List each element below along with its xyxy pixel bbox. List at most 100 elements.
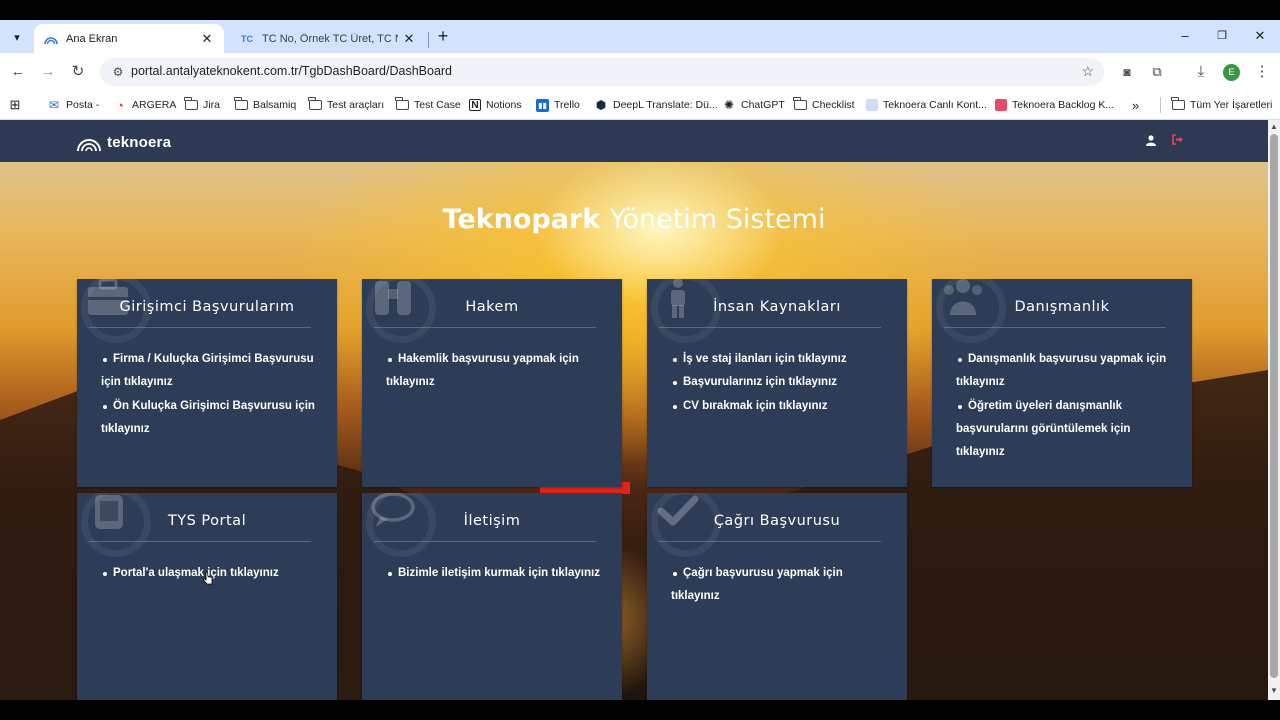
card-link[interactable]: Bizimle iletişim kurmak için tıklayınız: [388, 562, 608, 585]
forward-arrow-icon[interactable]: →: [39, 63, 57, 81]
card-iletisim[interactable]: İletişim Bizimle iletişim kurmak için tı…: [362, 493, 622, 700]
user-icon[interactable]: [1146, 135, 1156, 149]
card-link[interactable]: Firma / Kuluçka Girişimci Başvurusu için…: [101, 348, 323, 395]
page-icon: [995, 99, 1007, 111]
chevron-down-icon: ▾: [14, 31, 20, 44]
download-icon[interactable]: ⤓: [1192, 63, 1210, 81]
bookmark-test-case[interactable]: Test Case: [395, 97, 461, 113]
card-link-list: Danışmanlık başvurusu yapmak için tıklay…: [932, 348, 1192, 464]
address-bar[interactable]: ⚙ portal.antalyateknokent.com.tr/TgbDash…: [100, 58, 1104, 86]
bookmark-balsamiq[interactable]: Balsamiq: [234, 97, 296, 113]
card-link-text[interactable]: Çağrı başvurusu yapmak için tıklayınız: [671, 562, 893, 609]
card-link-list: İş ve staj ilanları için tıklayınız Başv…: [647, 348, 907, 418]
back-arrow-icon[interactable]: ←: [9, 63, 27, 81]
tab-tc-no[interactable]: TC TC No, Örnek TC Üret, TC Numa ✕: [230, 24, 426, 53]
apps-grid-icon[interactable]: ⊞: [8, 97, 27, 113]
card-girisimci-basvurularim[interactable]: Girişimci Başvurularım Firma / Kuluçka G…: [77, 279, 337, 487]
card-link[interactable]: Başvurularınız için tıklayınız: [673, 371, 893, 394]
bookmark-label: Checklist: [812, 99, 855, 111]
page-content: teknoera Teknopark Yönetim Sistemi Giriş…: [0, 120, 1268, 700]
bookmark-checklist[interactable]: Checklist: [793, 97, 855, 113]
more-bookmarks-icon[interactable]: »: [1132, 97, 1139, 113]
trello-icon: ▮▮: [536, 98, 549, 112]
minimize-button[interactable]: –: [1175, 26, 1195, 46]
navigation-bar: ← → ↻ ⚙ portal.antalyateknokent.com.tr/T…: [0, 53, 1280, 91]
card-link-text[interactable]: Başvurularınız için tıklayınız: [671, 371, 893, 394]
screen-top-edge: [0, 0, 1280, 20]
bookmark-teknoera-canli[interactable]: Teknoera Canlı Kont...: [866, 97, 987, 113]
bookmark-test-araclari[interactable]: Test araçları: [308, 97, 384, 113]
card-link-text[interactable]: Öğretim üyeleri danışmanlık başvuruların…: [956, 395, 1178, 465]
site-info-icon[interactable]: ⚙: [110, 64, 126, 80]
card-link-text[interactable]: Firma / Kuluçka Girişimci Başvurusu için…: [101, 348, 323, 395]
card-insan-kaynaklari[interactable]: İnsan Kaynakları İş ve staj ilanları içi…: [647, 279, 907, 487]
bookmark-label: Test Case: [414, 99, 461, 111]
card-link[interactable]: Öğretim üyeleri danışmanlık başvuruların…: [956, 395, 1178, 465]
card-link-text[interactable]: İş ve staj ilanları için tıklayınız: [671, 348, 893, 371]
card-divider: [89, 327, 311, 328]
bookmark-label: ChatGPT: [741, 99, 785, 111]
card-title: Hakem: [465, 299, 519, 315]
card-danismanlik[interactable]: Danışmanlık Danışmanlık başvurusu yapmak…: [932, 279, 1192, 487]
bookmark-label: Balsamiq: [253, 99, 297, 111]
logo-text: teknoera: [107, 133, 172, 151]
folder-icon: [1171, 97, 1185, 112]
card-link[interactable]: Danışmanlık başvurusu yapmak için tıklay…: [956, 348, 1178, 395]
card-link-list: Çağrı başvurusu yapmak için tıklayınız: [647, 562, 907, 609]
bookmark-deepl[interactable]: ⬢ DeepL Translate: Dü...: [594, 97, 718, 113]
scroll-down-arrow-icon[interactable]: ▼: [1270, 686, 1278, 695]
bookmarks-bar: ⊞ ✉ Posta - ◔ ARGERA Jira Balsamiq Test ar…: [0, 91, 1280, 120]
kebab-menu-icon[interactable]: ⋮: [1253, 63, 1271, 81]
card-link[interactable]: Çağrı başvurusu yapmak için tıklayınız: [671, 562, 893, 609]
bookmark-label: Jira: [203, 99, 220, 111]
close-icon[interactable]: ✕: [402, 31, 416, 47]
tab-title: TC No, Örnek TC Üret, TC Numa: [262, 32, 398, 45]
card-link[interactable]: İş ve staj ilanları için tıklayınız: [673, 348, 893, 371]
bookmark-notions[interactable]: N Notions: [469, 97, 522, 113]
tab-ana-ekran[interactable]: Ana Ekran ✕: [34, 24, 224, 53]
bookmark-argera[interactable]: ◔ ARGERA: [113, 97, 176, 113]
reload-icon[interactable]: ↻: [69, 63, 87, 81]
tab-search-button[interactable]: ▾: [6, 26, 28, 48]
extensions-icon[interactable]: ⧉: [1148, 63, 1166, 81]
card-link-text[interactable]: Ön Kuluçka Girişimci Başvurusu için tıkl…: [101, 395, 323, 442]
card-link[interactable]: Hakemlik başvurusu yapmak için tıklayını…: [386, 348, 608, 395]
card-link-text[interactable]: Bizimle iletişim kurmak için tıklayınız: [386, 562, 608, 585]
card-cagri-basvurusu[interactable]: Çağrı Başvurusu Çağrı başvurusu yapmak i…: [647, 493, 907, 700]
card-divider: [659, 327, 881, 328]
site-logo[interactable]: teknoera: [76, 132, 171, 152]
card-link-text[interactable]: Danışmanlık başvurusu yapmak için tıklay…: [956, 348, 1178, 395]
bookmark-chatgpt[interactable]: ✺ ChatGPT: [722, 97, 785, 113]
card-divider: [89, 541, 311, 542]
bookmark-star-icon[interactable]: ☆: [1081, 63, 1094, 80]
teknoera-logo-icon: [76, 132, 102, 152]
bookmark-jira[interactable]: Jira: [184, 97, 220, 113]
card-link[interactable]: Portal'a ulaşmak için tıklayınız: [103, 562, 323, 585]
scroll-up-arrow-icon[interactable]: ▲: [1270, 122, 1278, 131]
close-icon[interactable]: ✕: [200, 31, 214, 47]
profile-avatar[interactable]: E: [1223, 64, 1240, 81]
tab-strip: ▾ Ana Ekran ✕ TC TC No, Örnek TC Üret, T…: [0, 20, 1280, 53]
restore-button[interactable]: ❐: [1212, 26, 1232, 46]
card-link-text[interactable]: Hakemlik başvurusu yapmak için tıklayını…: [386, 348, 608, 395]
card-link-text[interactable]: CV bırakmak için tıklayınız: [671, 395, 893, 418]
hand-cursor-icon: [203, 571, 213, 585]
new-tab-button[interactable]: +: [433, 26, 453, 46]
window-close-button[interactable]: ✕: [1250, 26, 1270, 46]
card-tys-portal[interactable]: TYS Portal Portal'a ulaşmak için tıklayı…: [77, 493, 337, 700]
bookmark-label: DeepL Translate: Dü...: [613, 99, 718, 111]
card-link[interactable]: CV bırakmak için tıklayınız: [673, 395, 893, 418]
logout-icon[interactable]: [1172, 134, 1184, 148]
page-scrollbar[interactable]: ▲ ▼: [1268, 120, 1280, 700]
card-link[interactable]: Ön Kuluçka Girişimci Başvurusu için tıkl…: [101, 395, 323, 442]
folder-icon: [395, 97, 409, 112]
bookmark-posta[interactable]: ✉ Posta -: [47, 97, 99, 113]
scrollbar-thumb[interactable]: [1270, 134, 1278, 678]
all-bookmarks-folder[interactable]: Tüm Yer İşaretleri: [1171, 97, 1272, 113]
bookmark-teknoera-backlog[interactable]: Teknoera Backlog K...: [995, 97, 1114, 113]
camera-icon[interactable]: ◙: [1118, 63, 1136, 81]
screen-bottom-edge: [0, 700, 1280, 720]
card-hakem[interactable]: Hakem Hakemlik başvurusu yapmak için tık…: [362, 279, 622, 487]
bookmark-label: Posta -: [66, 99, 100, 111]
bookmark-trello[interactable]: ▮▮ Trello: [536, 97, 580, 113]
